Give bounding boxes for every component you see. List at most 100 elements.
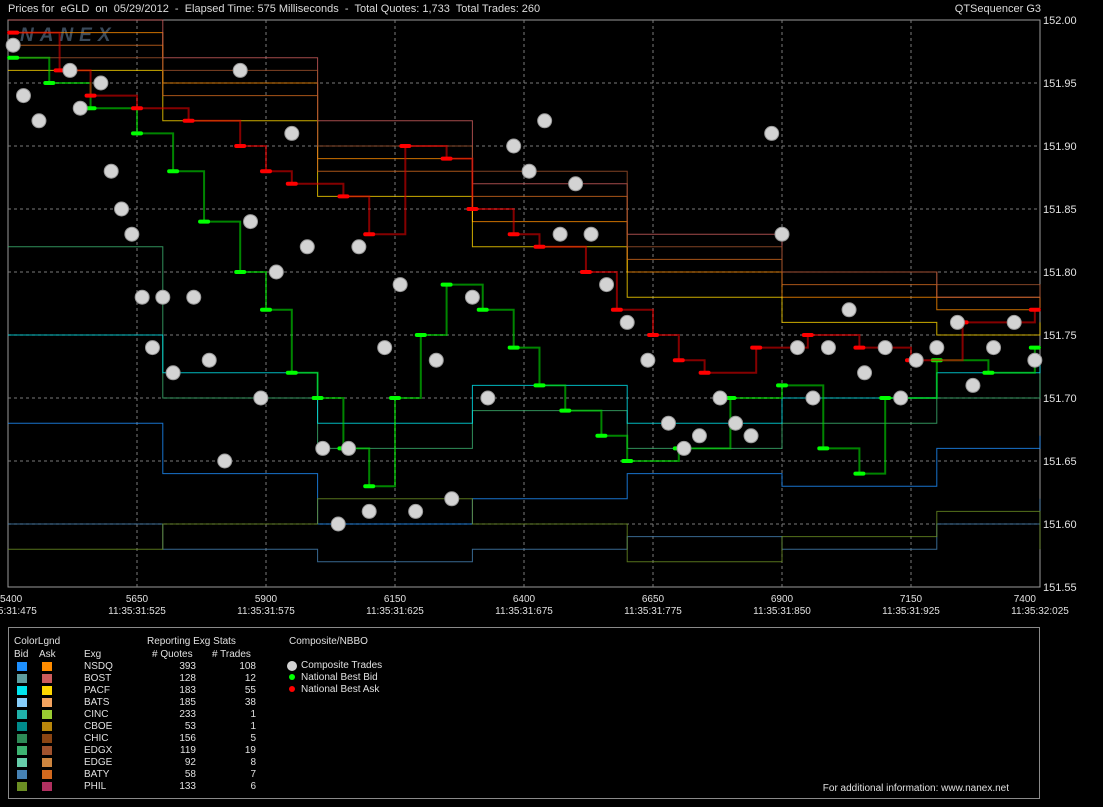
composite-trade-point [877, 340, 893, 356]
national-best-ask-point [533, 244, 546, 249]
composite-trade-point [165, 365, 181, 381]
composite-trade-point [506, 138, 522, 154]
composite-trade-point [134, 289, 150, 305]
national-best-ask-point [579, 270, 592, 274]
composite-trade-point [186, 289, 202, 305]
national-best-ask-point [698, 370, 711, 375]
composite-trade-point [619, 314, 635, 330]
national-best-bid-point [853, 471, 866, 476]
y-tick-label: 151.70 [1043, 393, 1077, 405]
national-best-ask-point [853, 345, 866, 350]
x-tick-label: 6900 [771, 594, 794, 605]
national-best-bid-point [389, 396, 401, 400]
composite-trade-point [743, 428, 759, 444]
composite-trade-point [377, 340, 393, 356]
exchange-name: BOST [84, 673, 112, 684]
national-best-bid-point [1028, 345, 1041, 350]
composite-trade-point [949, 314, 965, 330]
x-time-label: 11:35:31:925 [882, 606, 940, 617]
national-best-bid-point [414, 333, 427, 337]
bid-header: Bid [14, 649, 29, 660]
trades-count: 7 [250, 769, 256, 780]
x-tick-label: 6400 [513, 594, 536, 605]
quotes-count: 53 [184, 721, 196, 732]
quotes-count: 128 [179, 673, 196, 684]
chart-title: Prices for eGLD on 05/29/2012 - Elapsed … [8, 3, 541, 15]
x-tick-label: 7400 [1014, 594, 1037, 605]
ask-color-swatch [42, 758, 52, 767]
x-time-label: 11:35:32:025 [1011, 606, 1069, 617]
national-best-bid-point [131, 131, 143, 136]
national-best-bid-point [776, 383, 788, 388]
quotes-count: 58 [184, 769, 196, 780]
composite-trade-point [583, 226, 599, 242]
national-best-bid-point [43, 81, 56, 85]
national-best-ask-point [399, 144, 412, 148]
exg-header: Exg [84, 649, 102, 660]
x-time-label: 11:35:31:575 [237, 606, 295, 617]
national-best-ask-point [337, 194, 350, 199]
national-best-ask-point [131, 106, 143, 111]
ask-color-swatch [42, 674, 52, 683]
ask-color-swatch [42, 686, 52, 695]
quotes-count: 393 [179, 661, 196, 672]
trades-count: 1 [250, 721, 256, 732]
ask-color-swatch [42, 734, 52, 743]
national-best-ask-point [672, 358, 685, 363]
exchange-name: EDGX [84, 745, 113, 756]
composite-trade-point [268, 264, 284, 280]
y-tick-label: 151.55 [1043, 582, 1077, 594]
composite-trade-point [599, 277, 615, 293]
composite-trade-point [114, 201, 130, 217]
composite-trade-point [392, 277, 408, 293]
composite-trade-point [857, 365, 873, 381]
composite-trade-point [243, 214, 259, 230]
x-tick-label: 5900 [255, 594, 278, 605]
bid-color-swatch [17, 770, 27, 779]
national-best-ask-point [363, 232, 376, 237]
composite-trade-point [144, 340, 160, 356]
composite-trade-point [691, 428, 707, 444]
national-best-ask-point [84, 93, 97, 98]
x-time-label: 11:35:31:475 [0, 606, 37, 617]
national-best-bid-point [982, 370, 995, 375]
composite-trade-point [464, 289, 480, 305]
exchange-name: BATS [84, 697, 110, 708]
trades-count: 1 [250, 709, 256, 720]
composite-trade-point [72, 100, 88, 116]
composite-trade-point [986, 340, 1002, 356]
bid-color-swatch [17, 782, 27, 791]
x-time-label: 11:35:31:525 [108, 606, 166, 617]
composite-trade-point [361, 503, 377, 519]
ask-color-swatch [42, 662, 52, 671]
national-best-ask-point [647, 333, 659, 337]
national-best-ask-point [801, 333, 814, 337]
composite-trade-point [712, 390, 728, 406]
national-best-ask-point [285, 181, 298, 186]
national-best-ask-point [182, 118, 195, 123]
composite-trade-point [820, 340, 836, 356]
national-best-bid-point [260, 307, 272, 312]
y-tick-label: 151.85 [1043, 204, 1077, 216]
composite-trade-point [284, 125, 300, 141]
composite-trade-point [299, 239, 315, 255]
ask-color-swatch [42, 770, 52, 779]
x-time-label: 11:35:31:675 [495, 606, 553, 617]
composite-trade-point [155, 289, 171, 305]
ask-header: Ask [39, 649, 56, 660]
ask-color-swatch [42, 698, 52, 707]
composite-trade-point [676, 440, 692, 456]
national-best-bid-point [817, 446, 830, 451]
trades-count: 8 [250, 757, 256, 768]
composite-trade-point [15, 88, 31, 104]
national-best-ask-point [260, 169, 272, 174]
trades-count: 55 [244, 685, 256, 696]
exchange-name: PHIL [84, 781, 107, 792]
composite-trade-point [93, 75, 109, 91]
composite-trade-point [893, 390, 909, 406]
y-tick-label: 151.60 [1043, 519, 1077, 531]
bid-color-swatch [17, 722, 27, 731]
national-best-bid-marker-icon [289, 674, 295, 680]
bid-color-swatch [17, 698, 27, 707]
composite-trade-point [124, 226, 140, 242]
